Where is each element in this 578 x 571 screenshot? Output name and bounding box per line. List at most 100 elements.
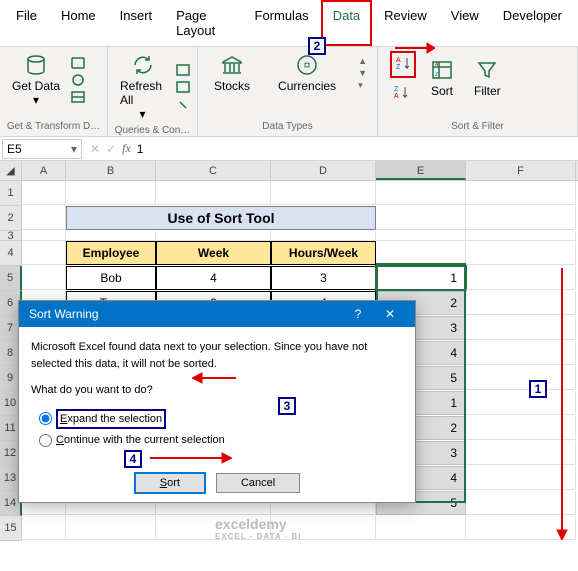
col-header-a[interactable]: A (22, 161, 66, 180)
sort-descending-button[interactable]: ZA (390, 82, 416, 105)
dialog-help-icon[interactable]: ? (343, 307, 373, 321)
tab-home[interactable]: Home (49, 0, 108, 46)
table-cell[interactable]: 3 (271, 266, 376, 290)
radio-expand[interactable] (39, 412, 52, 425)
th-hours: Hours/Week (271, 241, 376, 265)
sort-button[interactable]: AZ Sort (424, 56, 460, 100)
callout-3: 3 (278, 397, 296, 415)
col-header-d[interactable]: D (271, 161, 376, 180)
tab-insert[interactable]: Insert (108, 0, 165, 46)
chevron-down-icon[interactable]: ▾ (71, 142, 77, 156)
ribbon: Get Data ▾ Get & Transform D… Refresh Al… (0, 47, 578, 137)
col-header-b[interactable]: B (66, 161, 156, 180)
callout-1: 1 (529, 380, 547, 398)
from-text-icon[interactable] (70, 56, 86, 70)
dialog-close-icon[interactable]: ✕ (375, 307, 405, 321)
sort-label: Sort (431, 84, 453, 98)
group-label-sortfilter: Sort & Filter (384, 119, 571, 132)
callout-4: 4 (124, 450, 142, 468)
sort-warning-dialog: Sort Warning ? ✕ Microsoft Excel found d… (18, 300, 416, 503)
filter-label: Filter (474, 84, 501, 98)
from-table-icon[interactable] (70, 90, 86, 104)
enter-formula-icon[interactable]: ✓ (106, 142, 116, 156)
col-header-f[interactable]: F (466, 161, 576, 180)
dialog-titlebar[interactable]: Sort Warning ? ✕ (19, 301, 415, 327)
svg-text:Z: Z (435, 72, 438, 78)
watermark: exceldemyEXCEL · DATA · BI (215, 516, 301, 541)
col-header-c[interactable]: C (156, 161, 271, 180)
currency-icon: ¤ (295, 53, 319, 77)
stocks-label: Stocks (214, 79, 250, 93)
table-cell[interactable]: 4 (156, 266, 271, 290)
dialog-sort-button[interactable]: Sort (134, 472, 206, 494)
radio-expand-label: xpand the selection (67, 413, 162, 425)
svg-text:A: A (396, 57, 401, 64)
sort-icon: AZ (430, 58, 454, 82)
stocks-button[interactable]: Stocks (208, 51, 256, 95)
group-label-datatypes: Data Types (204, 119, 371, 132)
svg-text:A: A (394, 93, 399, 100)
tab-developer[interactable]: Developer (491, 0, 574, 46)
formula-value[interactable]: 1 (137, 142, 144, 156)
sheet-title: Use of Sort Tool (66, 206, 376, 230)
row-header[interactable]: 1 (0, 181, 22, 206)
selected-cell[interactable]: 1 (376, 266, 466, 290)
get-data-label: Get Data (12, 79, 60, 93)
tab-pagelayout[interactable]: Page Layout (164, 0, 242, 46)
sort-za-icon: ZA (392, 84, 410, 100)
select-all-cell[interactable]: ◢ (0, 161, 22, 181)
database-icon (24, 53, 48, 77)
chevron-down-icon: ▾ (139, 107, 145, 121)
queries-icon[interactable] (175, 63, 191, 77)
refresh-icon (131, 53, 155, 77)
table-cell[interactable]: Bob (66, 266, 156, 290)
svg-text:Z: Z (396, 64, 401, 71)
dialog-title: Sort Warning (29, 307, 99, 321)
properties-icon[interactable] (175, 80, 191, 94)
row-header[interactable]: 3 (0, 231, 22, 241)
refresh-all-label: Refresh All (120, 79, 165, 107)
tab-file[interactable]: File (4, 0, 49, 46)
formula-bar-row: E5 ▾ ✕ ✓ fx 1 (0, 137, 578, 161)
svg-text:Z: Z (394, 86, 399, 93)
dialog-cancel-button[interactable]: Cancel (216, 473, 300, 493)
callout-2: 2 (308, 37, 326, 55)
bank-icon (220, 53, 244, 77)
refresh-all-button[interactable]: Refresh All ▾ (114, 51, 171, 123)
col-header-e[interactable]: E (376, 161, 466, 180)
th-week: Week (156, 241, 271, 265)
currencies-button[interactable]: ¤ Currencies (272, 51, 342, 95)
svg-text:¤: ¤ (304, 58, 311, 72)
from-web-icon[interactable] (70, 73, 86, 87)
arrow-annotation (192, 371, 236, 385)
expand-icon[interactable]: ▾ (358, 80, 367, 91)
row-header[interactable]: 2 (0, 206, 22, 231)
group-label-queries: Queries & Con… (114, 123, 191, 136)
arrow-annotation (555, 268, 569, 540)
group-label-getdata: Get & Transform D… (6, 119, 101, 132)
row-header[interactable]: 15 (0, 516, 22, 541)
scroll-down-icon[interactable]: ▼ (358, 68, 367, 78)
row-header[interactable]: 5 (0, 266, 22, 291)
radio-continue-label: Continue with the current selection (56, 432, 225, 449)
get-data-button[interactable]: Get Data ▾ (6, 51, 66, 109)
filter-button[interactable]: Filter (468, 56, 507, 100)
radio-continue[interactable] (39, 434, 52, 447)
chevron-down-icon: ▾ (33, 93, 39, 107)
dialog-message: Microsoft Excel found data next to your … (31, 339, 403, 372)
tab-data[interactable]: Data (321, 0, 372, 46)
arrow-annotation (150, 450, 232, 466)
cancel-formula-icon[interactable]: ✕ (90, 142, 100, 156)
tab-view[interactable]: View (439, 0, 491, 46)
th-employee: Employee (66, 241, 156, 265)
arrow-annotation (395, 38, 435, 58)
row-header[interactable]: 4 (0, 241, 22, 266)
filter-icon (475, 58, 499, 82)
fx-icon[interactable]: fx (122, 141, 131, 156)
edit-links-icon[interactable] (175, 97, 191, 111)
scroll-up-icon[interactable]: ▲ (358, 56, 367, 66)
name-box-value: E5 (7, 142, 22, 156)
ribbon-tabs: File Home Insert Page Layout Formulas Da… (0, 0, 578, 47)
name-box[interactable]: E5 ▾ (2, 139, 82, 159)
currencies-label: Currencies (278, 79, 336, 93)
